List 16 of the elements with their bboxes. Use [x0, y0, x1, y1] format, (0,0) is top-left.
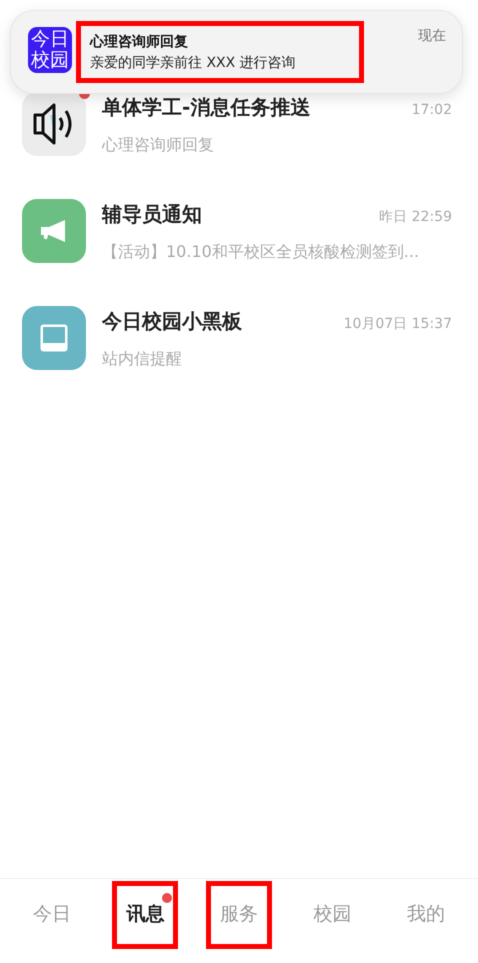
app-logo: 今日校园: [28, 27, 72, 73]
message-time: 昨日 22:59: [379, 208, 452, 226]
conversation-title[interactable]: 辅导员通知: [102, 201, 202, 228]
message-preview: 【活动】10.10和平校区全员核酸检测签到...: [102, 242, 420, 263]
message-preview: 站内信提醒: [102, 349, 183, 370]
message-time: 17:02: [412, 102, 452, 118]
notification-title: 心理咨询师回复: [90, 33, 189, 51]
tab[interactable]: 讯息: [124, 897, 166, 929]
notification-banner[interactable]: 今日校园 心理咨询师回复 亲爱的同学亲前往 XXX 进行咨询 现在: [10, 10, 463, 94]
conversation-title[interactable]: 单体学工-消息任务推送: [102, 94, 310, 121]
board-icon: [39, 323, 69, 353]
message-time: 10月07日 15:37: [344, 315, 452, 333]
conversation-title[interactable]: 今日校园小黑板: [102, 308, 242, 335]
message-preview: 心理咨询师回复: [102, 135, 215, 156]
notification-time: 现在: [418, 27, 446, 45]
notification-body: 亲爱的同学亲前往 XXX 进行咨询: [90, 54, 297, 72]
